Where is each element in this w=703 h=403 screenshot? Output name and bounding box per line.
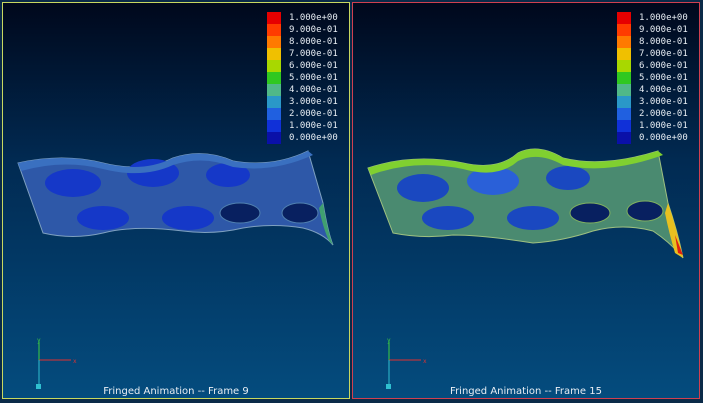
svg-text:x: x <box>73 358 77 365</box>
legend-row: 4.000e-01 <box>267 84 338 96</box>
legend-row: 3.000e-01 <box>617 96 688 108</box>
legend-row: 4.000e-01 <box>617 84 688 96</box>
fringe-legend: 1.000e+00 9.000e-01 8.000e-01 7.000e-01 … <box>267 12 338 144</box>
legend-row: 0.000e+00 <box>617 132 688 144</box>
viewport-frame-9[interactable]: 1.000e+00 9.000e-01 8.000e-01 7.000e-01 … <box>2 2 350 399</box>
legend-row: 7.000e-01 <box>617 48 688 60</box>
fringe-legend: 1.000e+00 9.000e-01 8.000e-01 7.000e-01 … <box>617 12 688 144</box>
svg-text:y: y <box>37 337 41 344</box>
frame-caption: Fringed Animation -- Frame 9 <box>103 386 249 397</box>
legend-row: 6.000e-01 <box>617 60 688 72</box>
axis-triad-icon: y x <box>36 337 77 389</box>
frame-caption: Fringed Animation -- Frame 15 <box>450 386 602 397</box>
legend-row: 5.000e-01 <box>617 72 688 84</box>
legend-row: 2.000e-01 <box>617 108 688 120</box>
legend-row: 5.000e-01 <box>267 72 338 84</box>
legend-row: 2.000e-01 <box>267 108 338 120</box>
svg-text:y: y <box>387 337 391 344</box>
legend-row: 7.000e-01 <box>267 48 338 60</box>
viewport-frame-15[interactable]: 1.000e+00 9.000e-01 8.000e-01 7.000e-01 … <box>352 2 700 399</box>
svg-text:x: x <box>423 358 427 365</box>
legend-row: 1.000e+00 <box>617 12 688 24</box>
legend-row: 8.000e-01 <box>617 36 688 48</box>
axis-triad-icon: y x <box>386 337 427 389</box>
legend-row: 3.000e-01 <box>267 96 338 108</box>
legend-row: 1.000e+00 <box>267 12 338 24</box>
legend-row: 1.000e-01 <box>267 120 338 132</box>
legend-row: 9.000e-01 <box>617 24 688 36</box>
legend-row: 6.000e-01 <box>267 60 338 72</box>
legend-row: 0.000e+00 <box>267 132 338 144</box>
legend-row: 9.000e-01 <box>267 24 338 36</box>
legend-row: 8.000e-01 <box>267 36 338 48</box>
legend-row: 1.000e-01 <box>617 120 688 132</box>
